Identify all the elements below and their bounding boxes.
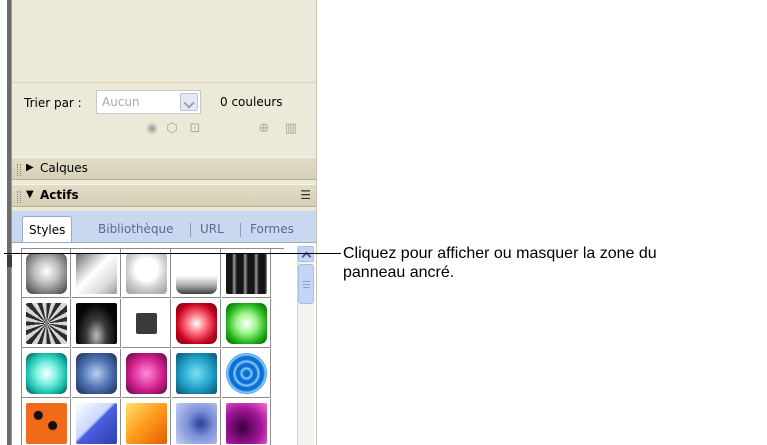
sort-select-value: Aucun [102, 95, 140, 109]
color-count: 0 couleurs [220, 95, 283, 109]
group-label-calques: Calques [40, 161, 88, 175]
style-swatch[interactable] [222, 349, 271, 398]
vertical-scrollbar[interactable] [297, 246, 314, 445]
panel-preview-area [12, 0, 316, 83]
style-swatch[interactable] [172, 349, 221, 398]
lock-icon[interactable]: ⊡ [188, 122, 202, 136]
trash-icon[interactable]: ▥ [284, 122, 298, 136]
style-swatch[interactable] [22, 349, 71, 398]
styles-grid [21, 248, 284, 445]
sort-row: Trier par : Aucun 0 couleurs [12, 90, 316, 116]
style-swatch[interactable] [72, 399, 121, 445]
collapse-arrow-icon[interactable]: ▼ [26, 189, 34, 200]
style-swatch[interactable] [22, 299, 71, 348]
gripper-icon[interactable] [17, 191, 21, 203]
cube-icon[interactable]: ⬡ [165, 122, 179, 136]
callout-line [4, 253, 341, 254]
swatch-toolbar: ◉ ⬡ ⊡ ⊕ ▥ [12, 120, 316, 140]
style-swatch[interactable] [122, 349, 171, 398]
expand-arrow-icon[interactable]: ▶ [26, 162, 34, 173]
web-safe-icon[interactable]: ◉ [145, 122, 159, 136]
docked-panel: Trier par : Aucun 0 couleurs ◉ ⬡ ⊡ ⊕ ▥ ▶… [12, 0, 317, 445]
style-swatch[interactable] [72, 299, 121, 348]
assets-tabs: Styles Bibliothèque URL Formes [12, 211, 316, 243]
scroll-up-icon[interactable] [298, 246, 314, 262]
add-color-icon[interactable]: ⊕ [257, 122, 271, 136]
tab-separator [190, 223, 191, 237]
gripper-icon[interactable] [17, 164, 21, 176]
style-swatch[interactable] [122, 399, 171, 445]
style-swatch[interactable] [22, 249, 71, 298]
callout-line-1: Cliquez pour afficher ou masquer la zone… [343, 245, 657, 262]
style-swatch[interactable] [222, 399, 271, 445]
group-header-calques[interactable]: ▶ Calques [12, 157, 316, 180]
style-swatch[interactable] [122, 299, 171, 348]
style-swatch[interactable] [22, 399, 71, 445]
style-swatch[interactable] [222, 299, 271, 348]
sort-label: Trier par : [24, 96, 82, 110]
style-swatch[interactable] [172, 399, 221, 445]
tab-separator [240, 223, 241, 237]
style-swatch[interactable] [172, 249, 221, 298]
tab-formes[interactable]: Formes [250, 217, 294, 242]
style-swatch[interactable] [122, 249, 171, 298]
chevron-down-icon[interactable] [180, 93, 198, 111]
style-swatch[interactable] [72, 249, 121, 298]
tab-url[interactable]: URL [200, 217, 224, 242]
callout-line-2: panneau ancré. [343, 264, 455, 281]
styles-list [12, 242, 316, 445]
style-swatch[interactable] [72, 349, 121, 398]
style-swatch[interactable] [222, 249, 271, 298]
style-swatch[interactable] [172, 299, 221, 348]
group-label-actifs: Actifs [40, 188, 79, 202]
group-header-actifs[interactable]: ▼ Actifs ☰ [12, 184, 316, 207]
callout-text: Cliquez pour afficher ou masquer la zone… [343, 244, 767, 282]
options-menu-icon[interactable]: ☰ [300, 188, 311, 202]
tab-bibliotheque[interactable]: Bibliothèque [98, 217, 174, 242]
tab-styles[interactable]: Styles [22, 216, 73, 243]
sort-select[interactable]: Aucun [96, 90, 201, 114]
scroll-thumb[interactable] [298, 264, 314, 304]
